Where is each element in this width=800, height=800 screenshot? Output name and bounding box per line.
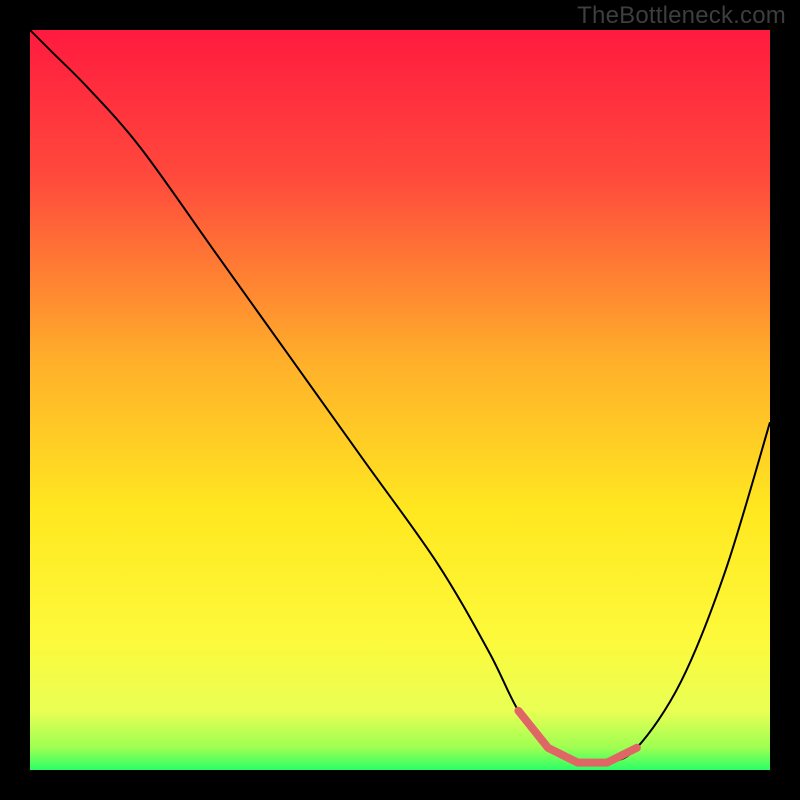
- plot-area: [30, 30, 770, 770]
- gradient-rect: [30, 30, 770, 770]
- chart-frame: TheBottleneck.com: [0, 0, 800, 800]
- watermark-label: TheBottleneck.com: [577, 2, 786, 30]
- chart-svg: [30, 30, 770, 770]
